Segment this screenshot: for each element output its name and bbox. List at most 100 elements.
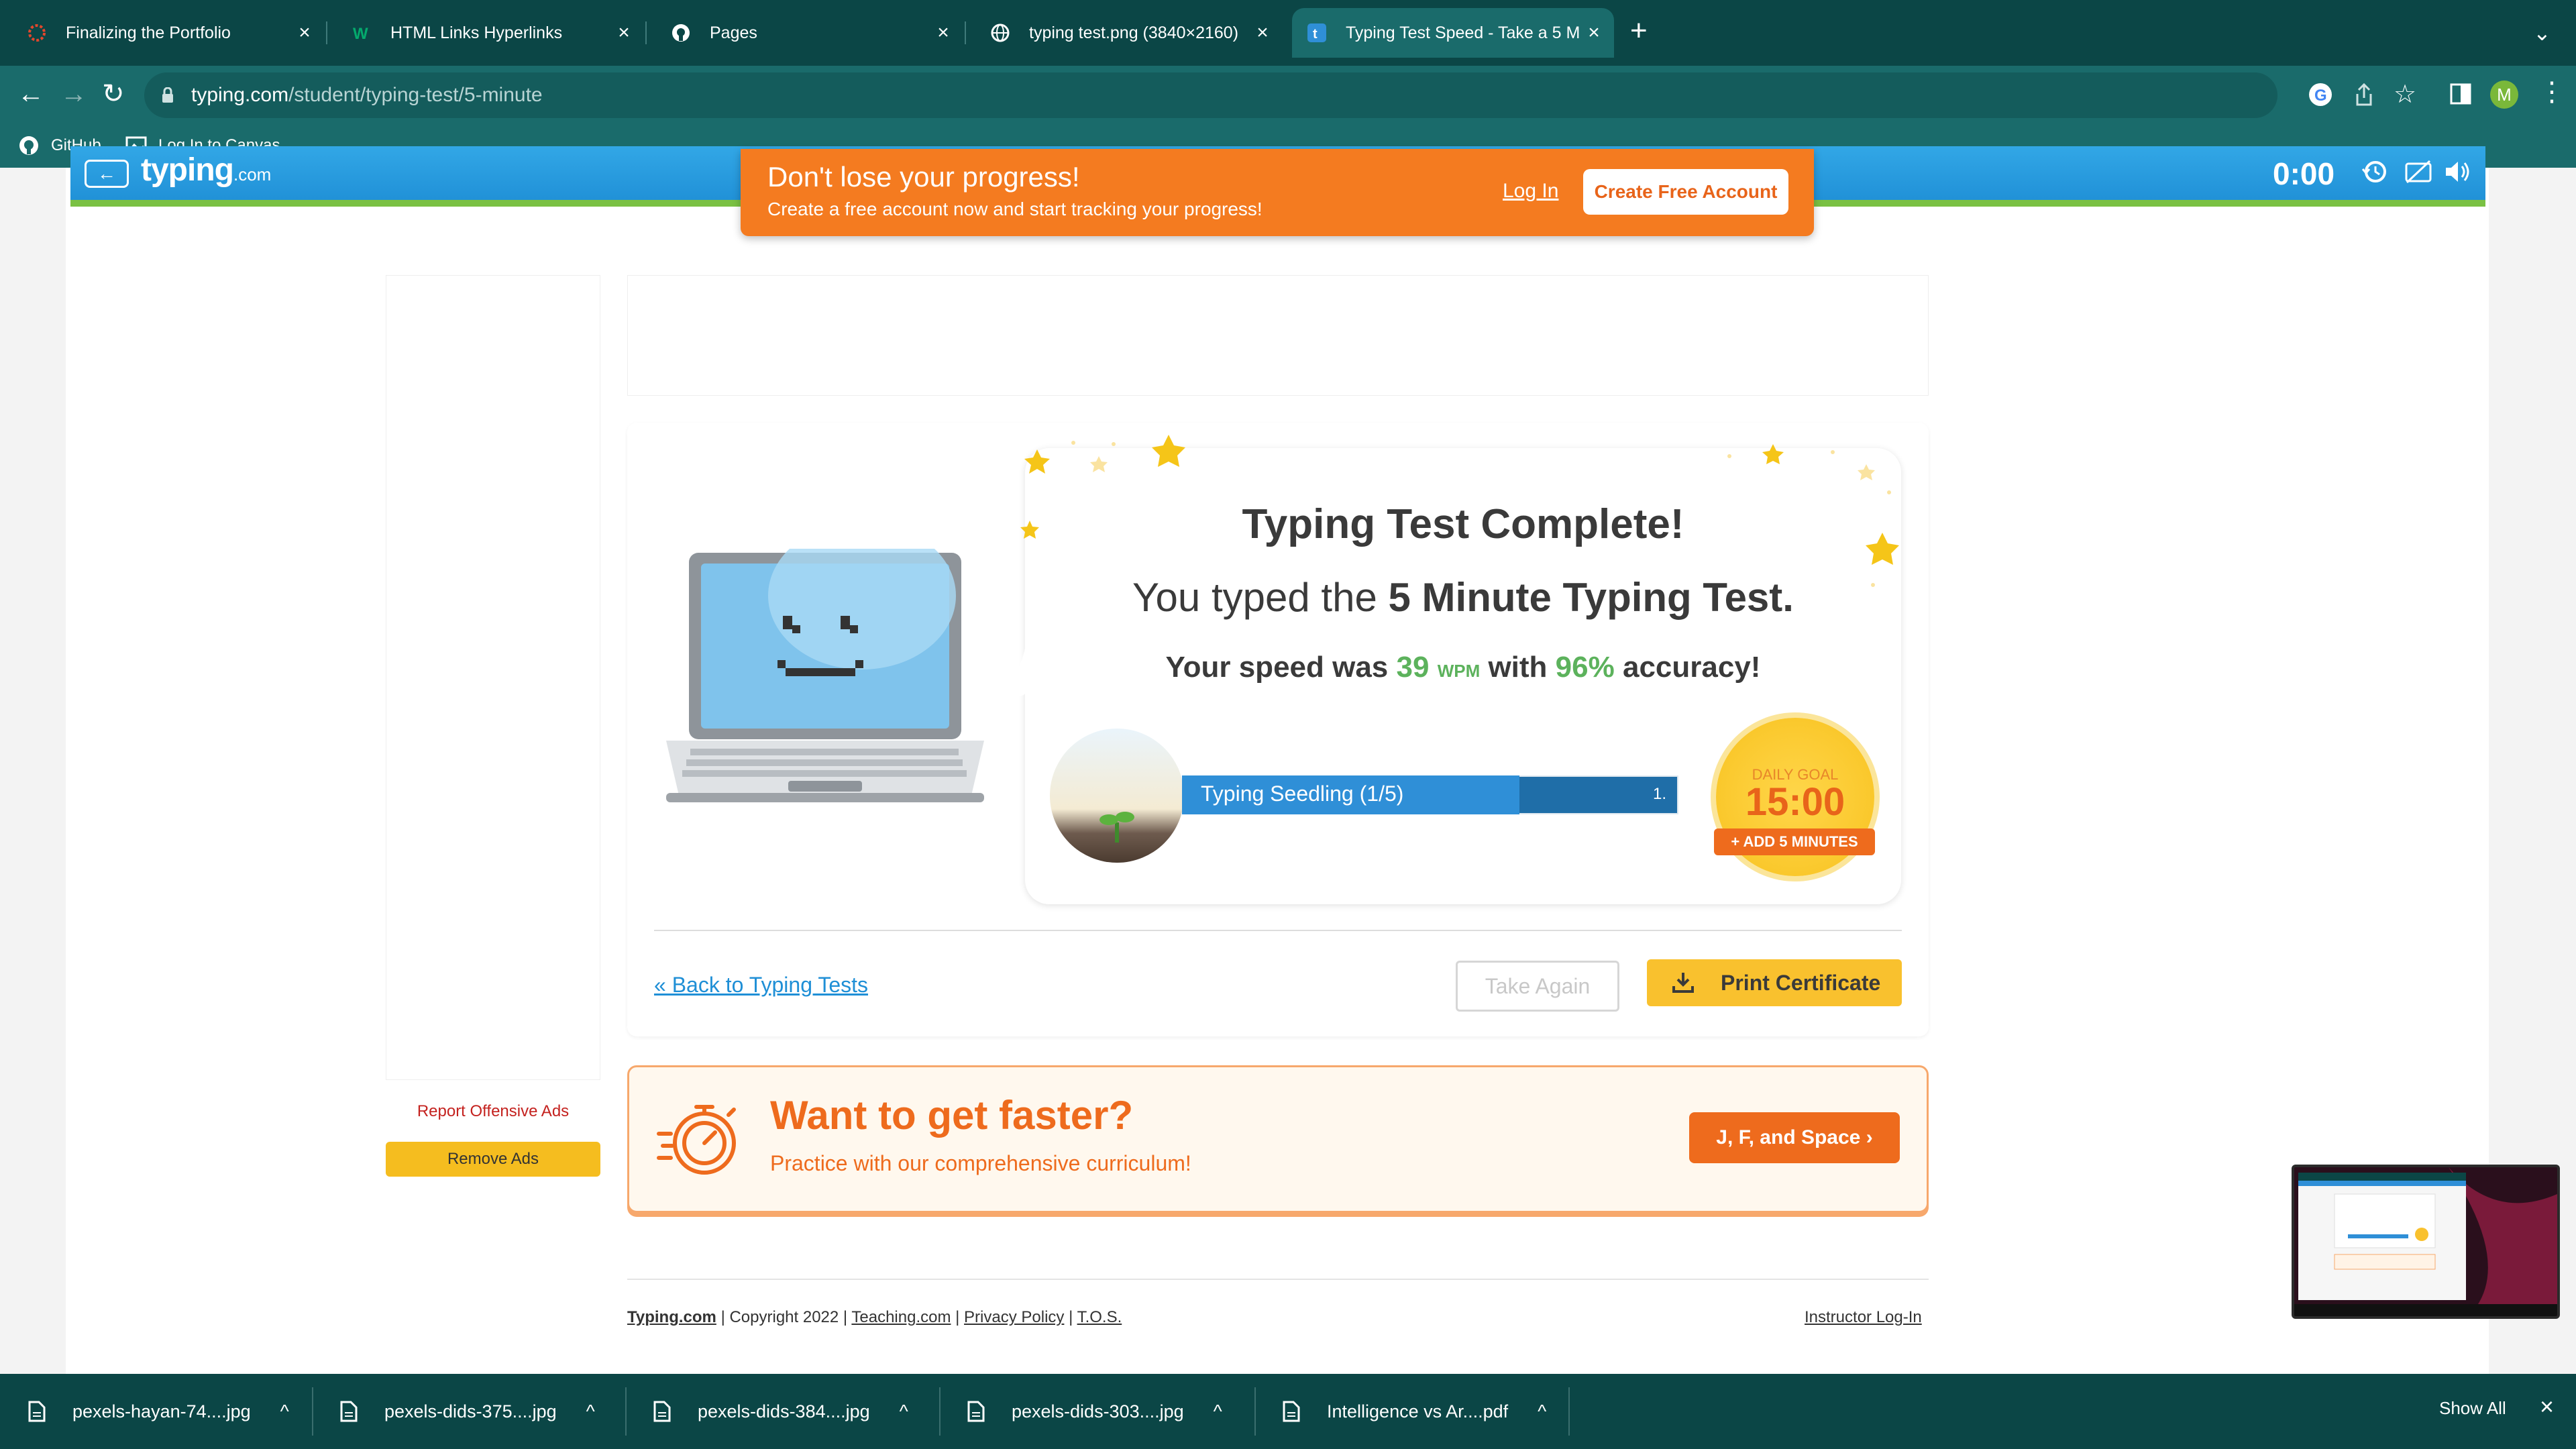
close-tab-icon[interactable]: ×	[610, 21, 637, 44]
file-icon	[340, 1401, 358, 1422]
close-tab-icon[interactable]: ×	[930, 21, 957, 44]
add-five-minutes-button[interactable]: + ADD 5 MINUTES	[1714, 828, 1875, 855]
banner-title: Don't lose your progress!	[767, 161, 1080, 193]
footer-typing-link[interactable]: Typing.com	[627, 1308, 716, 1326]
tab-title: Typing Test Speed - Take a 5 M	[1346, 23, 1580, 42]
footer-sep: |	[843, 1308, 852, 1326]
url-text: typing.com/student/typing-test/5-minute	[191, 84, 543, 107]
chevron-up-icon[interactable]: ^	[280, 1401, 289, 1422]
jf-space-lesson-button[interactable]: J, F, and Space ›	[1689, 1112, 1900, 1163]
typing-logo[interactable]: typing.com	[141, 152, 271, 189]
download-item[interactable]: pexels-dids-375....jpg ^	[312, 1374, 595, 1449]
speed-mid: with	[1480, 651, 1556, 684]
print-certificate-label: Print Certificate	[1721, 971, 1881, 995]
accuracy-value: 96%	[1555, 651, 1615, 684]
site-footer: Typing.com | Copyright 2022 | Teaching.c…	[627, 1308, 1122, 1327]
download-item[interactable]: Intelligence vs Ar....pdf ^	[1254, 1374, 1546, 1449]
take-again-button[interactable]: Take Again	[1456, 961, 1619, 1012]
footer-privacy-link[interactable]: Privacy Policy	[964, 1308, 1064, 1326]
url-path: /student/typing-test/5-minute	[288, 84, 543, 106]
level-progress-value: 1.	[1653, 785, 1667, 803]
menu-dots-icon[interactable]: ⋮	[2538, 76, 2565, 107]
promo-title: Want to get faster?	[770, 1093, 1134, 1138]
results-title: Typing Test Complete!	[1242, 501, 1684, 547]
wpm-unit: WPM	[1437, 661, 1481, 681]
chevron-up-icon[interactable]: ^	[900, 1401, 908, 1422]
google-icon[interactable]: G	[2309, 83, 2332, 106]
github-icon	[671, 23, 691, 43]
tab-typing-test-active[interactable]: t Typing Test Speed - Take a 5 M ×	[1292, 8, 1614, 58]
close-tab-icon[interactable]: ×	[1580, 21, 1607, 44]
sound-icon[interactable]	[2443, 158, 2473, 185]
tab-finalizing-portfolio[interactable]: Finalizing the Portfolio ×	[0, 8, 325, 58]
file-icon	[28, 1401, 46, 1422]
wpm-value: 39	[1396, 651, 1430, 684]
header-back-button[interactable]: ←	[85, 160, 129, 188]
svg-text:W: W	[353, 25, 368, 43]
share-icon[interactable]	[2353, 83, 2375, 106]
footer-tos-link[interactable]: T.O.S.	[1077, 1308, 1122, 1326]
back-arrow-icon[interactable]: ←	[17, 80, 44, 107]
tab-title: HTML Links Hyperlinks	[390, 23, 563, 42]
canvas-icon	[27, 23, 47, 43]
history-icon[interactable]	[2361, 158, 2388, 185]
profile-avatar[interactable]: M	[2490, 80, 2518, 109]
laptop-mascot-illustration	[666, 549, 984, 802]
close-downloads-icon[interactable]: ×	[2540, 1393, 2554, 1421]
w3schools-icon: W	[352, 23, 372, 43]
globe-icon	[990, 23, 1010, 43]
tab-title: Pages	[710, 23, 757, 42]
chevron-up-icon[interactable]: ^	[586, 1401, 595, 1422]
speed-prefix: Your speed was	[1165, 651, 1397, 684]
download-item[interactable]: pexels-dids-384....jpg ^	[625, 1374, 908, 1449]
typed-prefix: You typed the	[1132, 575, 1389, 620]
address-bar-row: ← → ↻ typing.com/student/typing-test/5-m…	[0, 66, 2576, 125]
sprout-icon	[1099, 812, 1134, 843]
instructor-login-link[interactable]: Instructor Log-In	[1805, 1308, 1922, 1327]
report-ads-button[interactable]: Report Offensive Ads	[386, 1093, 600, 1130]
tab-strip: Finalizing the Portfolio × W HTML Links …	[0, 0, 2576, 66]
create-account-button[interactable]: Create Free Account	[1583, 169, 1788, 215]
print-certificate-button[interactable]: Print Certificate	[1647, 959, 1902, 1006]
level-label: Typing Seedling (1/5)	[1201, 782, 1404, 806]
side-panel-icon[interactable]	[2450, 83, 2471, 105]
tab-pages[interactable]: Pages ×	[644, 8, 963, 58]
forward-arrow-icon[interactable]: →	[60, 80, 87, 107]
bookmark-star-icon[interactable]: ☆	[2394, 79, 2416, 109]
chevron-up-icon[interactable]: ^	[1538, 1401, 1546, 1422]
lock-icon[interactable]	[162, 87, 174, 103]
reload-icon[interactable]: ↻	[102, 80, 125, 107]
close-tab-icon[interactable]: ×	[291, 21, 318, 44]
show-all-downloads-button[interactable]: Show All	[2439, 1398, 2506, 1419]
login-link[interactable]: Log In	[1503, 180, 1558, 203]
download-item[interactable]: pexels-hayan-74....jpg ^	[0, 1374, 289, 1449]
speed-suffix: accuracy!	[1614, 651, 1761, 684]
new-tab-icon[interactable]: +	[1630, 16, 1648, 46]
pdf-file-icon	[1283, 1401, 1300, 1422]
tab-search-chevron-icon[interactable]: ⌄	[2533, 20, 2551, 46]
close-tab-icon[interactable]: ×	[1249, 21, 1276, 44]
test-name: 5 Minute Typing Test.	[1388, 575, 1794, 620]
footer-teaching-link[interactable]: Teaching.com	[851, 1308, 951, 1326]
download-filename: Intelligence vs Ar....pdf	[1327, 1401, 1509, 1421]
tab-html-links[interactable]: W HTML Links Hyperlinks ×	[325, 8, 644, 58]
download-icon	[1672, 973, 1694, 993]
remove-ads-button[interactable]: Remove Ads	[386, 1142, 600, 1177]
chevron-up-icon[interactable]: ^	[1214, 1401, 1222, 1422]
progress-banner: Don't lose your progress! Create a free …	[741, 149, 1814, 236]
back-to-typing-tests-link[interactable]: « Back to Typing Tests	[654, 973, 868, 998]
left-ad-slot	[386, 275, 600, 1080]
download-filename: pexels-dids-384....jpg	[698, 1401, 870, 1421]
download-item[interactable]: pexels-dids-303....jpg ^	[939, 1374, 1222, 1449]
tab-typing-png[interactable]: typing test.png (3840×2160) ×	[963, 8, 1283, 58]
download-filename: pexels-dids-303....jpg	[1012, 1401, 1184, 1421]
download-divider	[1568, 1387, 1570, 1436]
hide-keyboard-icon[interactable]	[2404, 160, 2432, 185]
url-field[interactable]: typing.com/student/typing-test/5-minute	[144, 72, 2277, 118]
screenshot-preview-thumbnail[interactable]	[2292, 1165, 2560, 1319]
tab-title: Finalizing the Portfolio	[66, 23, 231, 42]
url-host: typing.com	[191, 84, 289, 106]
promo-subtitle: Practice with our comprehensive curricul…	[770, 1151, 1191, 1175]
downloads-bar: pexels-hayan-74....jpg ^ pexels-dids-375…	[0, 1374, 2576, 1449]
tab-title: typing test.png (3840×2160)	[1029, 23, 1239, 42]
